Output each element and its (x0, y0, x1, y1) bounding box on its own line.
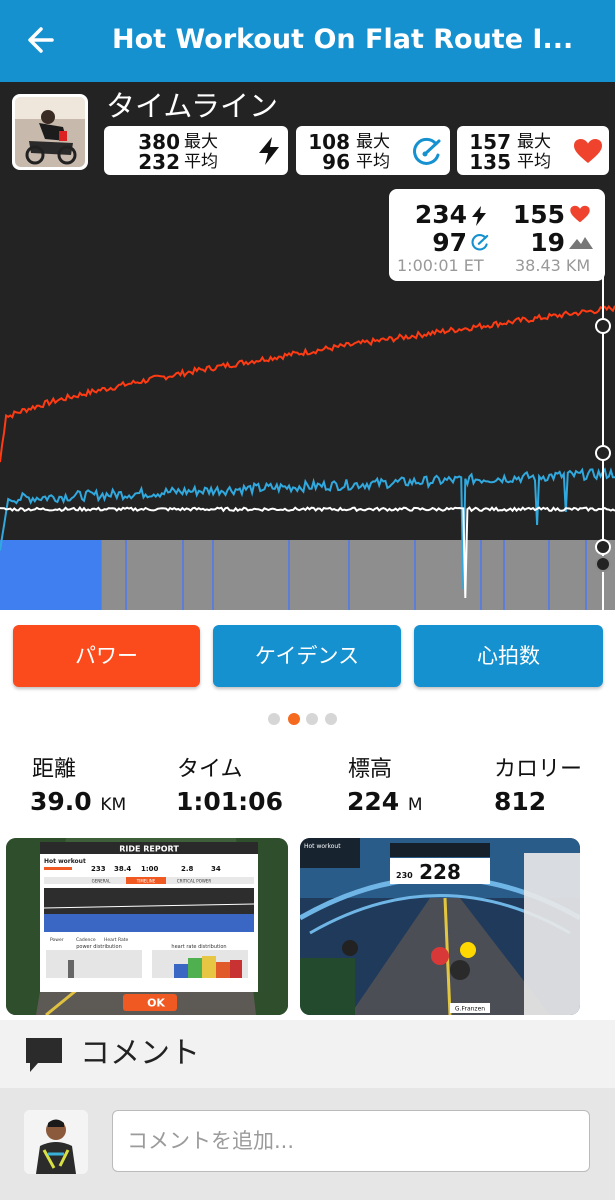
game-speed: 228 (419, 860, 461, 884)
tooltip-time: 1:00:01 ET (397, 256, 484, 275)
time-value: 1:01:06 (176, 787, 283, 816)
heart-rate-line (0, 305, 615, 463)
elevation-number: 224 (347, 787, 400, 816)
ride-report-power-dist: power distribution (76, 944, 122, 950)
ride-report-screenshot[interactable]: RIDE REPORT Hot workout 233 38.4 1:00 2.… (6, 838, 288, 1015)
page-indicator (268, 712, 348, 726)
cursor-marker (595, 556, 611, 572)
user-avatar[interactable] (24, 1110, 88, 1174)
page-title: Hot Workout On Flat Route I... (112, 24, 574, 55)
game-workout-label: Hot workout (304, 843, 341, 850)
comment-bubble-icon (26, 1038, 62, 1072)
game-scene-image: Hot workout 228 230 G.Franzen (300, 838, 580, 1015)
user-photo-icon (24, 1110, 88, 1174)
game-rider-name: G.Franzen (455, 1006, 485, 1013)
app-bar: Hot Workout On Flat Route I... (0, 0, 615, 82)
cadence-gauge-icon (471, 233, 489, 251)
ride-report-hr-dist: heart rate distribution (171, 944, 226, 950)
page-dot-active[interactable] (288, 713, 300, 725)
ride-report-stat-other: 34 (211, 865, 221, 873)
chart-tooltip: 234 155 97 19 1:00:01 ET 38.43 KM (389, 189, 605, 281)
ride-report-workout: Hot workout (44, 858, 86, 865)
ride-report-stat-power: 233 (91, 865, 106, 873)
timeline-panel: タイムライン 380 最大 232 平均 108 最大 96 平均 157 最大… (0, 82, 615, 610)
cursor-marker (595, 318, 611, 334)
power-button[interactable]: パワー (13, 625, 200, 687)
lap-marker (212, 540, 214, 610)
comment-input[interactable] (112, 1110, 590, 1172)
elevation-label: 標高 (348, 757, 393, 782)
power-zone-bar (101, 540, 615, 610)
mountain-icon (569, 237, 593, 249)
game-screenshot[interactable]: Hot workout 228 230 G.Franzen (300, 838, 580, 1015)
ride-report-tab-general: GENERAL (92, 879, 112, 884)
ride-report-header: RIDE REPORT (119, 845, 179, 854)
lap-marker (548, 540, 550, 610)
tooltip-distance: 38.43 KM (515, 256, 591, 275)
ride-report-stat-wkg: 2.8 (181, 865, 194, 873)
ride-report-ok: OK (147, 997, 165, 1010)
timeline-chart[interactable] (0, 82, 615, 610)
tooltip-heart-rate-value: 155 (512, 200, 565, 229)
lap-marker (125, 540, 127, 610)
ride-report-legend-hr: Heart Rate (104, 937, 129, 943)
metric-button-row: パワー ケイデンス 心拍数 (0, 625, 615, 687)
ride-report-image: RIDE REPORT Hot workout 233 38.4 1:00 2.… (6, 838, 288, 1015)
lap-marker (480, 540, 482, 610)
lightning-icon (472, 206, 486, 226)
calories-value: 812 (494, 787, 547, 816)
page-dot[interactable] (325, 713, 337, 725)
lap-marker (288, 540, 290, 610)
comments-title: コメント (80, 1036, 200, 1071)
heart-rate-button[interactable]: 心拍数 (414, 625, 603, 687)
ride-report-tab-timeline: TIMELINE (136, 879, 156, 884)
ride-report-legend-power: Power (50, 937, 64, 943)
back-button[interactable] (22, 20, 66, 60)
back-arrow-icon (28, 27, 54, 53)
comment-compose-row (0, 1088, 615, 1200)
heart-icon (570, 205, 590, 223)
page-dot[interactable] (306, 713, 318, 725)
calories-label: カロリー (494, 757, 583, 782)
lap-marker (414, 540, 416, 610)
tooltip-power-value: 234 (414, 200, 467, 229)
ride-report-legend-cadence: Cadence (76, 937, 96, 943)
cadence-button[interactable]: ケイデンス (213, 625, 401, 687)
ride-report-tab-critical: CRITICAL POWER (177, 879, 211, 884)
lap-marker (503, 540, 505, 610)
distance-number: 39.0 (30, 787, 92, 816)
tooltip-elevation-value: 19 (530, 228, 565, 257)
tooltip-cadence-value: 97 (432, 228, 467, 257)
power-zone-bar (0, 540, 102, 610)
distance-unit: KM (100, 795, 127, 815)
distance-label: 距離 (32, 757, 77, 782)
elevation-unit: M (407, 795, 423, 815)
time-label: タイム (177, 757, 243, 782)
page-dot[interactable] (268, 713, 280, 725)
distance-value: 39.0 KM (30, 788, 126, 819)
ride-report-stat-time: 1:00 (141, 865, 159, 873)
ride-report-stat-distance: 38.4 (114, 865, 131, 873)
comments-header: コメント (0, 1020, 615, 1088)
lap-marker (585, 540, 587, 610)
cursor-marker (595, 445, 611, 461)
game-watts: 230 (396, 871, 413, 880)
lap-marker (348, 540, 350, 610)
cursor-marker (595, 539, 611, 555)
lap-marker (182, 540, 184, 610)
elevation-value: 224 M (347, 788, 423, 819)
